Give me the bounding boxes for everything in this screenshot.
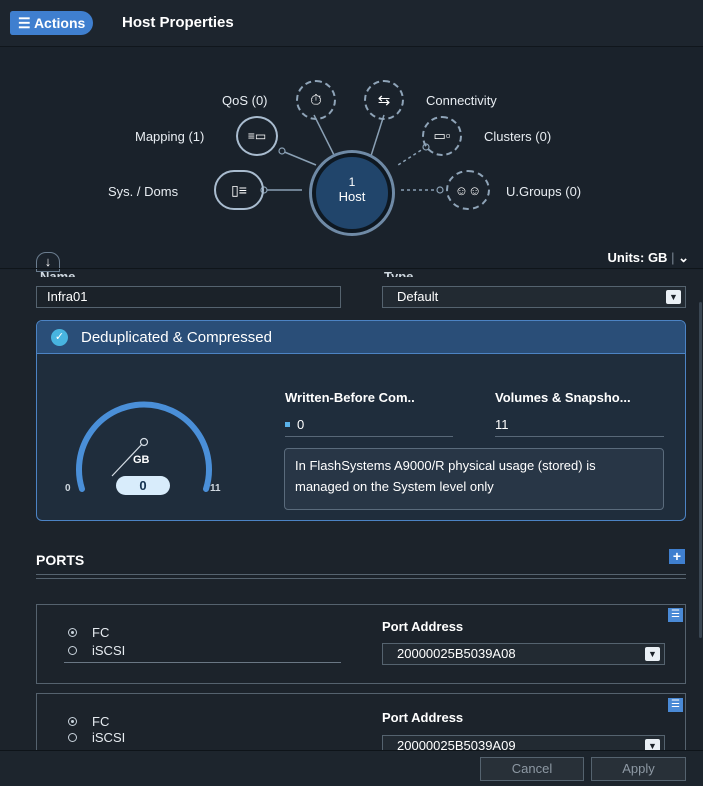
port-address-select[interactable]: 20000025B5039A08 ▼ bbox=[382, 643, 665, 665]
series-marker bbox=[285, 422, 290, 427]
menu-icon: ☰ bbox=[671, 609, 680, 620]
host-node[interactable]: 1 Host bbox=[312, 153, 392, 233]
port-card-2: ☰ FC iSCSI Port Address 20000025B5039A09… bbox=[36, 693, 686, 757]
actions-label: Actions bbox=[33, 15, 86, 31]
radio-iscsi-label: iSCSI bbox=[92, 643, 126, 658]
ugroups-label[interactable]: U.Groups (0) bbox=[506, 184, 581, 199]
dedup-compressed-panel: ✓ Deduplicated & Compressed GB 0 0 11 Wr… bbox=[36, 320, 686, 521]
checkmark-icon: ✓ bbox=[51, 328, 68, 346]
stopwatch-icon: ⏱ bbox=[310, 91, 322, 109]
written-before-value: 0 bbox=[285, 416, 453, 437]
divider: | bbox=[671, 250, 675, 265]
header-bar bbox=[0, 0, 703, 47]
volume-to-host-icon: ≡▭ bbox=[247, 129, 267, 143]
radio-unselected-icon bbox=[68, 646, 77, 655]
apply-button[interactable]: Apply bbox=[591, 757, 686, 781]
written-value-text: 0 bbox=[297, 417, 305, 432]
arrow-down-icon: ↓ bbox=[44, 254, 52, 269]
gauge-unit: GB bbox=[133, 454, 150, 466]
radio-iscsi-label: iSCSI bbox=[92, 730, 126, 745]
name-input[interactable]: Infra01 bbox=[36, 286, 341, 308]
gauge-min: 0 bbox=[65, 483, 71, 494]
radio-fc[interactable]: FC bbox=[68, 714, 109, 729]
radio-fc-label: FC bbox=[92, 714, 110, 729]
volumes-snapshots-label: Volumes & Snapsho... bbox=[495, 390, 631, 405]
port-address-label: Port Address bbox=[382, 619, 464, 634]
radio-unselected-icon bbox=[68, 733, 77, 742]
gauge-value: 0 bbox=[116, 476, 170, 495]
host-label: Host bbox=[338, 189, 366, 204]
plus-icon: + bbox=[672, 548, 682, 564]
connectivity-label[interactable]: Connectivity bbox=[426, 93, 497, 108]
hamburger-icon: ☰ bbox=[18, 15, 31, 31]
mapping-node[interactable]: ≡▭ bbox=[236, 116, 278, 156]
units-label: Units: GB bbox=[607, 250, 668, 265]
radio-fc[interactable]: FC bbox=[68, 625, 109, 640]
cluster-monitors-icon: ▭▫ bbox=[433, 128, 451, 143]
system-domain-icon: ▯≡ bbox=[231, 181, 247, 198]
actions-menu-button[interactable]: ☰ Actions bbox=[10, 11, 94, 35]
clusters-node[interactable]: ▭▫ bbox=[422, 116, 462, 156]
transfer-arrows-icon: ⇆ bbox=[377, 92, 391, 109]
units-selector[interactable]: Units: GB | ⌄ bbox=[608, 250, 690, 266]
ugroups-node[interactable]: ☺☺ bbox=[446, 170, 490, 210]
port-address-value: 20000025B5039A08 bbox=[397, 646, 516, 661]
scrollbar[interactable] bbox=[699, 302, 702, 638]
port-card-1: ☰ FC iSCSI Port Address 20000025B5039A08… bbox=[36, 604, 686, 684]
add-port-button[interactable]: + bbox=[669, 549, 685, 564]
name-field-label: Name bbox=[40, 270, 75, 277]
collapse-button[interactable]: ↓ bbox=[36, 252, 60, 272]
info-note: In FlashSystems A9000/R physical usage (… bbox=[284, 448, 664, 510]
cancel-button[interactable]: Cancel bbox=[480, 757, 584, 781]
written-before-label: Written-Before Com.. bbox=[285, 390, 415, 405]
radio-selected-icon bbox=[68, 717, 77, 726]
chevron-down-icon: ▼ bbox=[645, 647, 660, 661]
qos-label[interactable]: QoS (0) bbox=[222, 93, 268, 108]
port-address-label: Port Address bbox=[382, 710, 464, 725]
host-count: 1 bbox=[348, 175, 356, 189]
connectivity-node[interactable]: ⇆ bbox=[364, 80, 404, 120]
radio-iscsi[interactable]: iSCSI bbox=[68, 643, 125, 658]
sys-doms-node[interactable]: ▯≡ bbox=[214, 170, 264, 210]
type-field-label: Type bbox=[384, 270, 413, 277]
port-menu-button[interactable]: ☰ bbox=[668, 608, 683, 622]
clusters-label[interactable]: Clusters (0) bbox=[484, 129, 551, 144]
qos-node[interactable]: ⏱ bbox=[296, 80, 336, 120]
type-select[interactable]: Default ▼ bbox=[382, 286, 686, 308]
radio-iscsi[interactable]: iSCSI bbox=[68, 730, 125, 745]
mapping-label[interactable]: Mapping (1) bbox=[135, 129, 204, 144]
port-menu-button[interactable]: ☰ bbox=[668, 698, 683, 712]
chevron-down-icon: ⌄ bbox=[678, 250, 689, 265]
user-group-icon: ☺☺ bbox=[454, 182, 482, 198]
protocol-underline bbox=[64, 662, 341, 663]
page-title: Host Properties bbox=[122, 14, 234, 31]
ports-title: PORTS bbox=[36, 552, 85, 568]
radio-fc-label: FC bbox=[92, 625, 110, 640]
divider-line bbox=[0, 268, 703, 269]
ports-divider bbox=[36, 574, 686, 579]
menu-icon: ☰ bbox=[671, 699, 680, 710]
volumes-snapshots-value: 11 bbox=[495, 416, 664, 437]
gauge-max: 11 bbox=[210, 483, 221, 494]
sys-doms-label[interactable]: Sys. / Doms bbox=[108, 184, 178, 199]
chevron-down-icon: ▼ bbox=[666, 290, 681, 304]
dedup-panel-header: ✓ Deduplicated & Compressed bbox=[37, 321, 685, 354]
type-select-value: Default bbox=[397, 289, 439, 304]
dedup-title: Deduplicated & Compressed bbox=[81, 328, 272, 346]
radio-selected-icon bbox=[68, 628, 77, 637]
